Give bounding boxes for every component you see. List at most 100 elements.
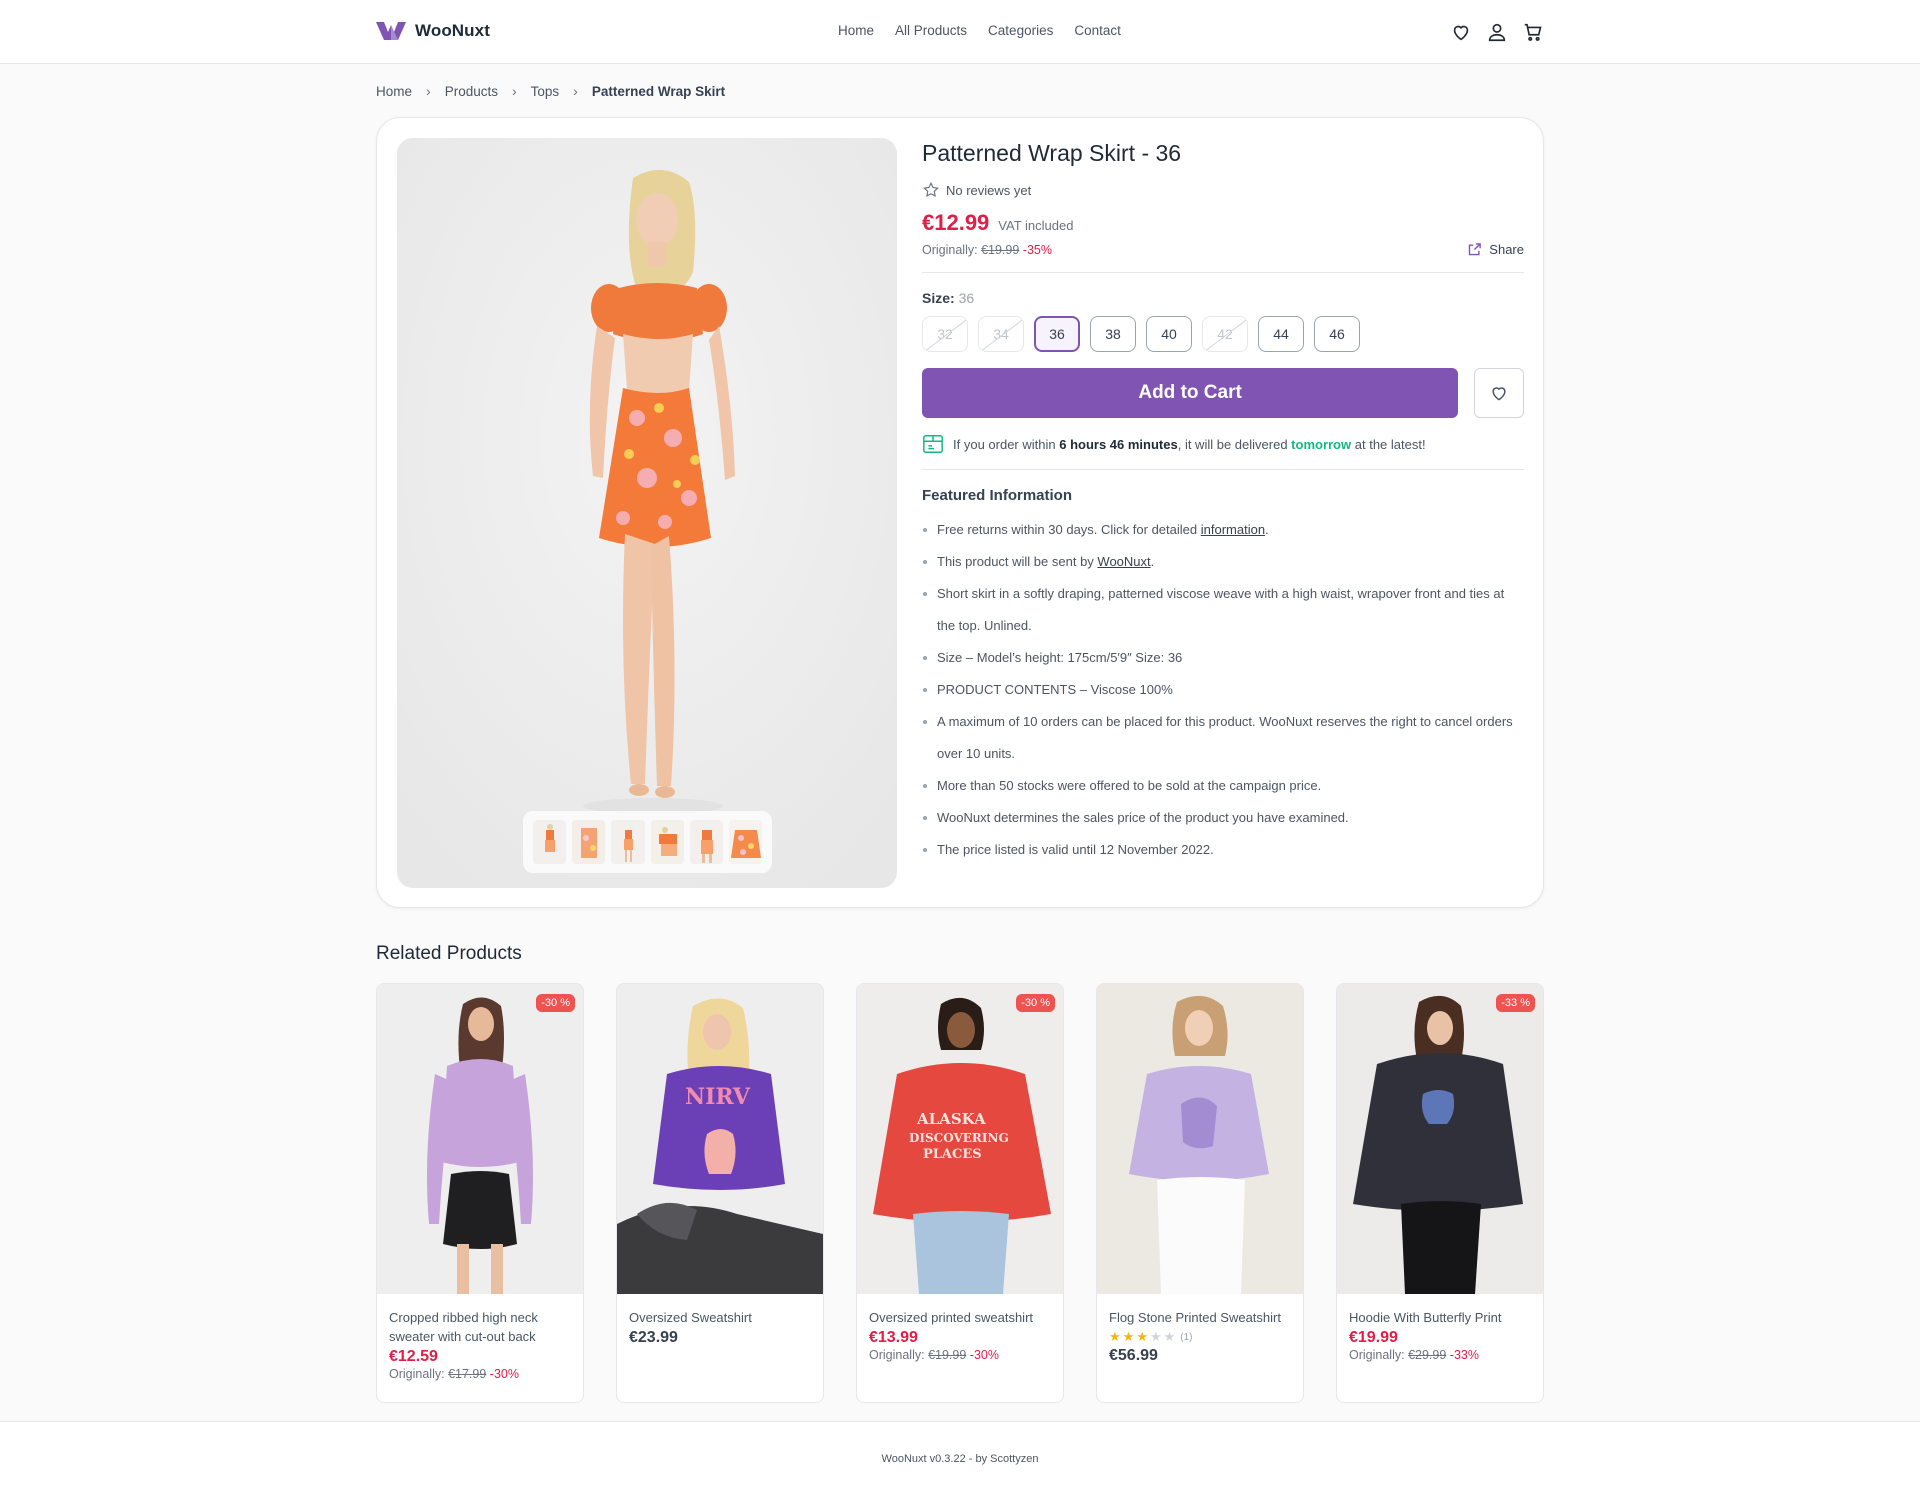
logo[interactable]: WooNuxt [376,20,490,42]
footer: WooNuxt v0.3.22 - by Scottyzen [0,1421,1920,1501]
discount-percent: -35% [1022,242,1052,257]
vat-note: VAT included [998,218,1074,233]
original-label: Originally: [922,242,978,257]
original-label: Originally: [389,1367,445,1381]
heart-icon [1492,387,1506,401]
breadcrumb-products[interactable]: Products [445,84,498,99]
breadcrumb-current: Patterned Wrap Skirt [591,83,726,99]
product-details: Cropped ribbed high neck sweater with cu… [377,1294,583,1381]
product-image: ALASKA DISCOVERING PLACES -30 % [857,984,1063,1294]
delivery-suffix: at the latest! [1354,436,1426,452]
thumbnail[interactable] [728,820,763,864]
size-option-34[interactable]: 34 [978,316,1024,352]
product-price: €19.99 [1349,1329,1398,1346]
size-option-38[interactable]: 38 [1090,316,1136,352]
woonuxt-logo-icon [376,22,406,40]
size-option-44[interactable]: 44 [1258,316,1304,352]
size-option-42[interactable]: 42 [1202,316,1248,352]
product-info: Patterned Wrap Skirt - 36 No reviews yet… [922,136,1524,866]
discount-percent: -30% [489,1367,519,1381]
featured-list: Free returns within 30 days. Click for d… [922,514,1524,866]
product-card: Patterned Wrap Skirt - 36 No reviews yet… [376,117,1544,908]
divider [922,469,1524,470]
delivery-notice: If you order within 6 hours 46 minutes, … [922,433,1524,455]
share-button[interactable]: Share [1467,242,1524,257]
featured-item: PRODUCT CONTENTS – Viscose 100% [922,674,1524,706]
share-label: Share [1489,242,1524,257]
product-image: NIRV [617,984,823,1294]
product-name: Hoodie With Butterfly Print [1349,1310,1502,1325]
price-row: €12.99 VAT included [922,210,1524,236]
related-product-card[interactable]: -30 % Cropped ribbed high neck sweater w… [376,983,584,1403]
thumbnail[interactable] [650,820,684,864]
breadcrumb: Home › Products › Tops › Patterned Wrap … [376,83,725,99]
breadcrumb-home[interactable]: Home [376,84,412,99]
wishlist-button[interactable] [1474,368,1524,418]
product-image [1097,984,1303,1294]
thumbnail[interactable] [689,820,723,864]
related-product-card[interactable]: NIRV Oversized Sweatshirt €23.99 [616,983,824,1403]
star-empty-icon: ★ [1149,1329,1162,1344]
chevron-right-icon: › [511,83,517,99]
original-price-row: Originally: €29.99 -33% [1349,1348,1531,1362]
product-name: Oversized printed sweatshirt [869,1310,1034,1325]
size-option-40[interactable]: 40 [1146,316,1192,352]
model-illustration [397,138,897,888]
breadcrumb-tops[interactable]: Tops [531,84,560,99]
user-icon[interactable] [1486,21,1508,43]
featured-text: This product will be sent by [937,554,1098,569]
svg-text:PLACES: PLACES [923,1147,982,1162]
size-options: 32 34 36 38 40 42 44 46 [922,316,1524,352]
original-price: €19.99 [981,242,1020,257]
thumbnail[interactable] [533,820,567,864]
product-title: Patterned Wrap Skirt - 36 [922,140,1182,166]
nav-categories[interactable]: Categories [988,23,1053,38]
delivery-truck-icon [923,435,943,453]
size-option-36[interactable]: 36 [1034,316,1080,352]
related-product-card[interactable]: Flog Stone Printed Sweatshirt ★ ★ ★ ★ ★ … [1096,983,1304,1403]
product-price: €56.99 [1109,1347,1158,1364]
product-main-image[interactable] [397,138,897,888]
featured-item: Free returns within 30 days. Click for d… [922,514,1524,546]
delivery-middle: , it will be delivered [1177,436,1288,452]
nav-contact[interactable]: Contact [1074,23,1121,38]
product-details: Hoodie With Butterfly Print €19.99 Origi… [1337,1294,1543,1362]
thumbnail[interactable] [572,820,606,864]
product-price: €13.99 [869,1329,918,1346]
discount-percent: -30% [969,1348,999,1362]
featured-text: Free returns within 30 days. Click for d… [937,522,1201,537]
related-product-card[interactable]: -33 % Hoodie With Butterfly Print €19.99… [1336,983,1544,1403]
star-filled-icon: ★ [1136,1329,1148,1344]
star-filled-icon: ★ [1109,1329,1121,1344]
add-to-cart-button[interactable]: Add to Cart [922,368,1459,418]
nav-all-products[interactable]: All Products [895,23,967,38]
thumbnail-strip [523,811,772,873]
featured-item: This product will be sent by WooNuxt. [922,546,1524,578]
nav-home[interactable]: Home [838,23,874,38]
size-selected-value: 36 [958,290,975,306]
related-title: Related Products [376,943,522,964]
main-nav: Home All Products Categories Contact [838,23,1121,38]
heart-icon[interactable] [1450,21,1472,43]
product-details: Oversized printed sweatshirt €13.99 Orig… [857,1294,1063,1362]
size-label-text: Size: [922,290,955,306]
featured-item: The price listed is valid until 12 Novem… [922,834,1524,866]
related-product-card[interactable]: ALASKA DISCOVERING PLACES -30 % Oversize… [856,983,1064,1403]
thumbnail[interactable] [611,820,645,864]
current-price: €12.99 [922,210,990,235]
original-price: €17.99 [448,1367,487,1381]
information-link[interactable]: information [1201,522,1265,537]
product-name: Flog Stone Printed Sweatshirt [1109,1310,1281,1325]
header-actions [1450,21,1544,43]
external-link-icon [1469,243,1482,256]
size-label: Size: 36 [922,290,1524,306]
size-option-46[interactable]: 46 [1314,316,1360,352]
woonuxt-link[interactable]: WooNuxt [1097,554,1150,569]
cart-icon[interactable] [1522,21,1544,43]
featured-item: A maximum of 10 orders can be placed for… [922,706,1524,770]
delivery-time: 6 hours 46 minutes [1059,436,1178,452]
chevron-right-icon: › [573,83,578,99]
featured-title: Featured Information [922,487,1073,504]
rating-stars: ★ ★ ★ ★ ★ (1) [1109,1329,1291,1345]
size-option-32[interactable]: 32 [922,316,968,352]
